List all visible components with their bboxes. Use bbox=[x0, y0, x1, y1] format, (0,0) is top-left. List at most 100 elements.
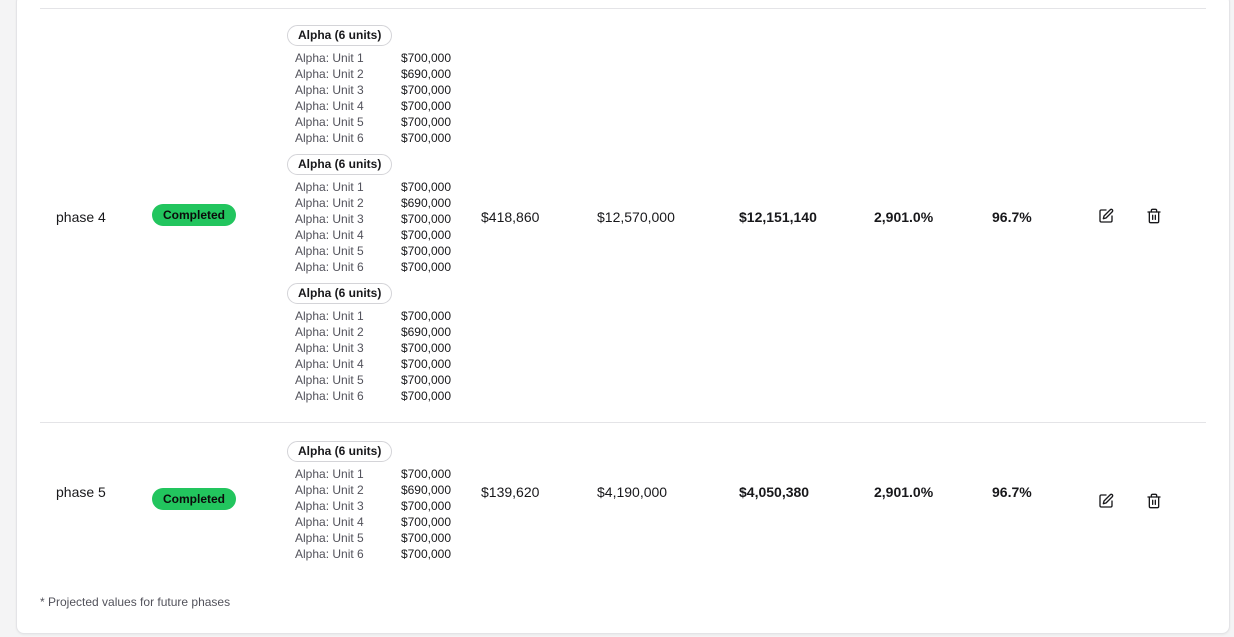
unit-line: Alpha: Unit 4 $700,000 bbox=[287, 98, 467, 114]
unit-name: Alpha: Unit 5 bbox=[295, 244, 364, 258]
unit-price: $700,000 bbox=[400, 389, 451, 403]
phase-name: phase 4 bbox=[56, 209, 106, 225]
unit-name: Alpha: Unit 1 bbox=[295, 51, 364, 65]
roi-value: 2,901.0% bbox=[874, 484, 934, 500]
unit-name: Alpha: Unit 2 bbox=[295, 483, 364, 497]
delete-button[interactable] bbox=[1144, 206, 1164, 226]
unit-groups: Alpha (6 units) Alpha: Unit 1 $700,000 Alph… bbox=[287, 441, 467, 570]
roi-value: 2,901.0% bbox=[874, 209, 934, 225]
unit-name: Alpha: Unit 3 bbox=[295, 499, 364, 513]
unit-line: Alpha: Unit 2 $690,000 bbox=[287, 66, 467, 82]
unit-name: Alpha: Unit 5 bbox=[295, 115, 364, 129]
unit-group-chip: Alpha (6 units) bbox=[287, 283, 393, 304]
unit-name: Alpha: Unit 5 bbox=[295, 373, 364, 387]
unit-line: Alpha: Unit 3 $700,000 bbox=[287, 340, 467, 356]
trash-icon bbox=[1147, 493, 1161, 509]
unit-price: $700,000 bbox=[400, 212, 451, 226]
status-badge: Completed bbox=[152, 204, 237, 226]
unit-price: $700,000 bbox=[400, 260, 451, 274]
unit-name: Alpha: Unit 1 bbox=[295, 467, 364, 481]
net-profit: $4,050,380 bbox=[739, 484, 810, 500]
unit-line: Alpha: Unit 6 $700,000 bbox=[287, 130, 467, 146]
margin-value: 96.7% bbox=[992, 484, 1032, 500]
unit-line: Alpha: Unit 1 $700,000 bbox=[287, 308, 467, 324]
delete-button[interactable] bbox=[1144, 491, 1164, 511]
total-revenue: $12,570,000 bbox=[597, 209, 675, 225]
edit-icon bbox=[1099, 208, 1114, 223]
edit-button[interactable] bbox=[1096, 206, 1116, 226]
unit-price: $700,000 bbox=[400, 357, 451, 371]
unit-name: Alpha: Unit 1 bbox=[295, 180, 364, 194]
unit-price: $700,000 bbox=[400, 467, 451, 481]
unit-name: Alpha: Unit 1 bbox=[295, 309, 364, 323]
total-revenue: $4,190,000 bbox=[597, 484, 668, 500]
unit-name: Alpha: Unit 3 bbox=[295, 83, 364, 97]
unit-line: Alpha: Unit 3 $700,000 bbox=[287, 211, 467, 227]
margin-value: 96.7% bbox=[992, 209, 1032, 225]
table-row: phase 5 Completed Alpha (6 units) Alpha: Un… bbox=[40, 424, 1206, 579]
unit-group-chip: Alpha (6 units) bbox=[287, 25, 393, 46]
total-cost: $139,620 bbox=[481, 484, 540, 500]
unit-price: $700,000 bbox=[400, 99, 451, 113]
unit-line: Alpha: Unit 5 $700,000 bbox=[287, 114, 467, 130]
unit-line: Alpha: Unit 1 $700,000 bbox=[287, 50, 467, 66]
unit-name: Alpha: Unit 6 bbox=[295, 547, 364, 561]
unit-name: Alpha: Unit 5 bbox=[295, 531, 364, 545]
unit-line: Alpha: Unit 4 $700,000 bbox=[287, 514, 467, 530]
unit-line: Alpha: Unit 5 $700,000 bbox=[287, 243, 467, 259]
unit-price: $700,000 bbox=[400, 341, 451, 355]
unit-name: Alpha: Unit 4 bbox=[295, 357, 364, 371]
unit-line: Alpha: Unit 1 $700,000 bbox=[287, 466, 467, 482]
net-profit: $12,151,140 bbox=[739, 209, 817, 225]
unit-price: $700,000 bbox=[400, 115, 451, 129]
unit-line: Alpha: Unit 1 $700,000 bbox=[287, 179, 467, 195]
unit-name: Alpha: Unit 3 bbox=[295, 212, 364, 226]
unit-price: $700,000 bbox=[400, 51, 451, 65]
unit-name: Alpha: Unit 4 bbox=[295, 99, 364, 113]
unit-name: Alpha: Unit 6 bbox=[295, 260, 364, 274]
unit-group-chip: Alpha (6 units) bbox=[287, 441, 393, 462]
edit-icon bbox=[1099, 493, 1114, 508]
unit-price: $690,000 bbox=[400, 67, 451, 81]
unit-price: $700,000 bbox=[400, 309, 451, 323]
unit-group: Alpha (6 units) Alpha: Unit 1 $700,000 Alph… bbox=[287, 283, 467, 404]
unit-price: $700,000 bbox=[400, 244, 451, 258]
phase-name: phase 5 bbox=[56, 484, 106, 500]
unit-line: Alpha: Unit 6 $700,000 bbox=[287, 259, 467, 275]
unit-price: $700,000 bbox=[400, 499, 451, 513]
unit-line: Alpha: Unit 2 $690,000 bbox=[287, 195, 467, 211]
unit-name: Alpha: Unit 2 bbox=[295, 325, 364, 339]
unit-price: $690,000 bbox=[400, 196, 451, 210]
unit-line: Alpha: Unit 3 $700,000 bbox=[287, 82, 467, 98]
unit-name: Alpha: Unit 6 bbox=[295, 389, 364, 403]
trash-icon bbox=[1147, 208, 1161, 224]
unit-line: Alpha: Unit 2 $690,000 bbox=[287, 482, 467, 498]
unit-group-chip: Alpha (6 units) bbox=[287, 154, 393, 175]
unit-price: $690,000 bbox=[400, 325, 451, 339]
unit-line: Alpha: Unit 6 $700,000 bbox=[287, 388, 467, 404]
unit-price: $700,000 bbox=[400, 131, 451, 145]
footnote: * Projected values for future phases bbox=[40, 595, 231, 609]
unit-name: Alpha: Unit 4 bbox=[295, 228, 364, 242]
unit-price: $700,000 bbox=[400, 180, 451, 194]
unit-name: Alpha: Unit 4 bbox=[295, 515, 364, 529]
unit-price: $700,000 bbox=[400, 83, 451, 97]
unit-line: Alpha: Unit 6 $700,000 bbox=[287, 546, 467, 562]
table-row: phase 4 Completed Alpha (6 units) Alpha: Un… bbox=[40, 9, 1206, 423]
unit-group: Alpha (6 units) Alpha: Unit 1 $700,000 Alph… bbox=[287, 441, 467, 562]
unit-line: Alpha: Unit 5 $700,000 bbox=[287, 372, 467, 388]
total-cost: $418,860 bbox=[481, 209, 540, 225]
edit-button[interactable] bbox=[1096, 491, 1116, 511]
unit-name: Alpha: Unit 6 bbox=[295, 131, 364, 145]
unit-price: $690,000 bbox=[400, 483, 451, 497]
unit-line: Alpha: Unit 5 $700,000 bbox=[287, 530, 467, 546]
unit-price: $700,000 bbox=[400, 531, 451, 545]
unit-price: $700,000 bbox=[400, 373, 451, 387]
unit-line: Alpha: Unit 4 $700,000 bbox=[287, 356, 467, 372]
unit-price: $700,000 bbox=[400, 515, 451, 529]
unit-group: Alpha (6 units) Alpha: Unit 1 $700,000 Alph… bbox=[287, 154, 467, 275]
unit-name: Alpha: Unit 2 bbox=[295, 67, 364, 81]
unit-line: Alpha: Unit 2 $690,000 bbox=[287, 324, 467, 340]
unit-name: Alpha: Unit 2 bbox=[295, 196, 364, 210]
unit-line: Alpha: Unit 3 $700,000 bbox=[287, 498, 467, 514]
